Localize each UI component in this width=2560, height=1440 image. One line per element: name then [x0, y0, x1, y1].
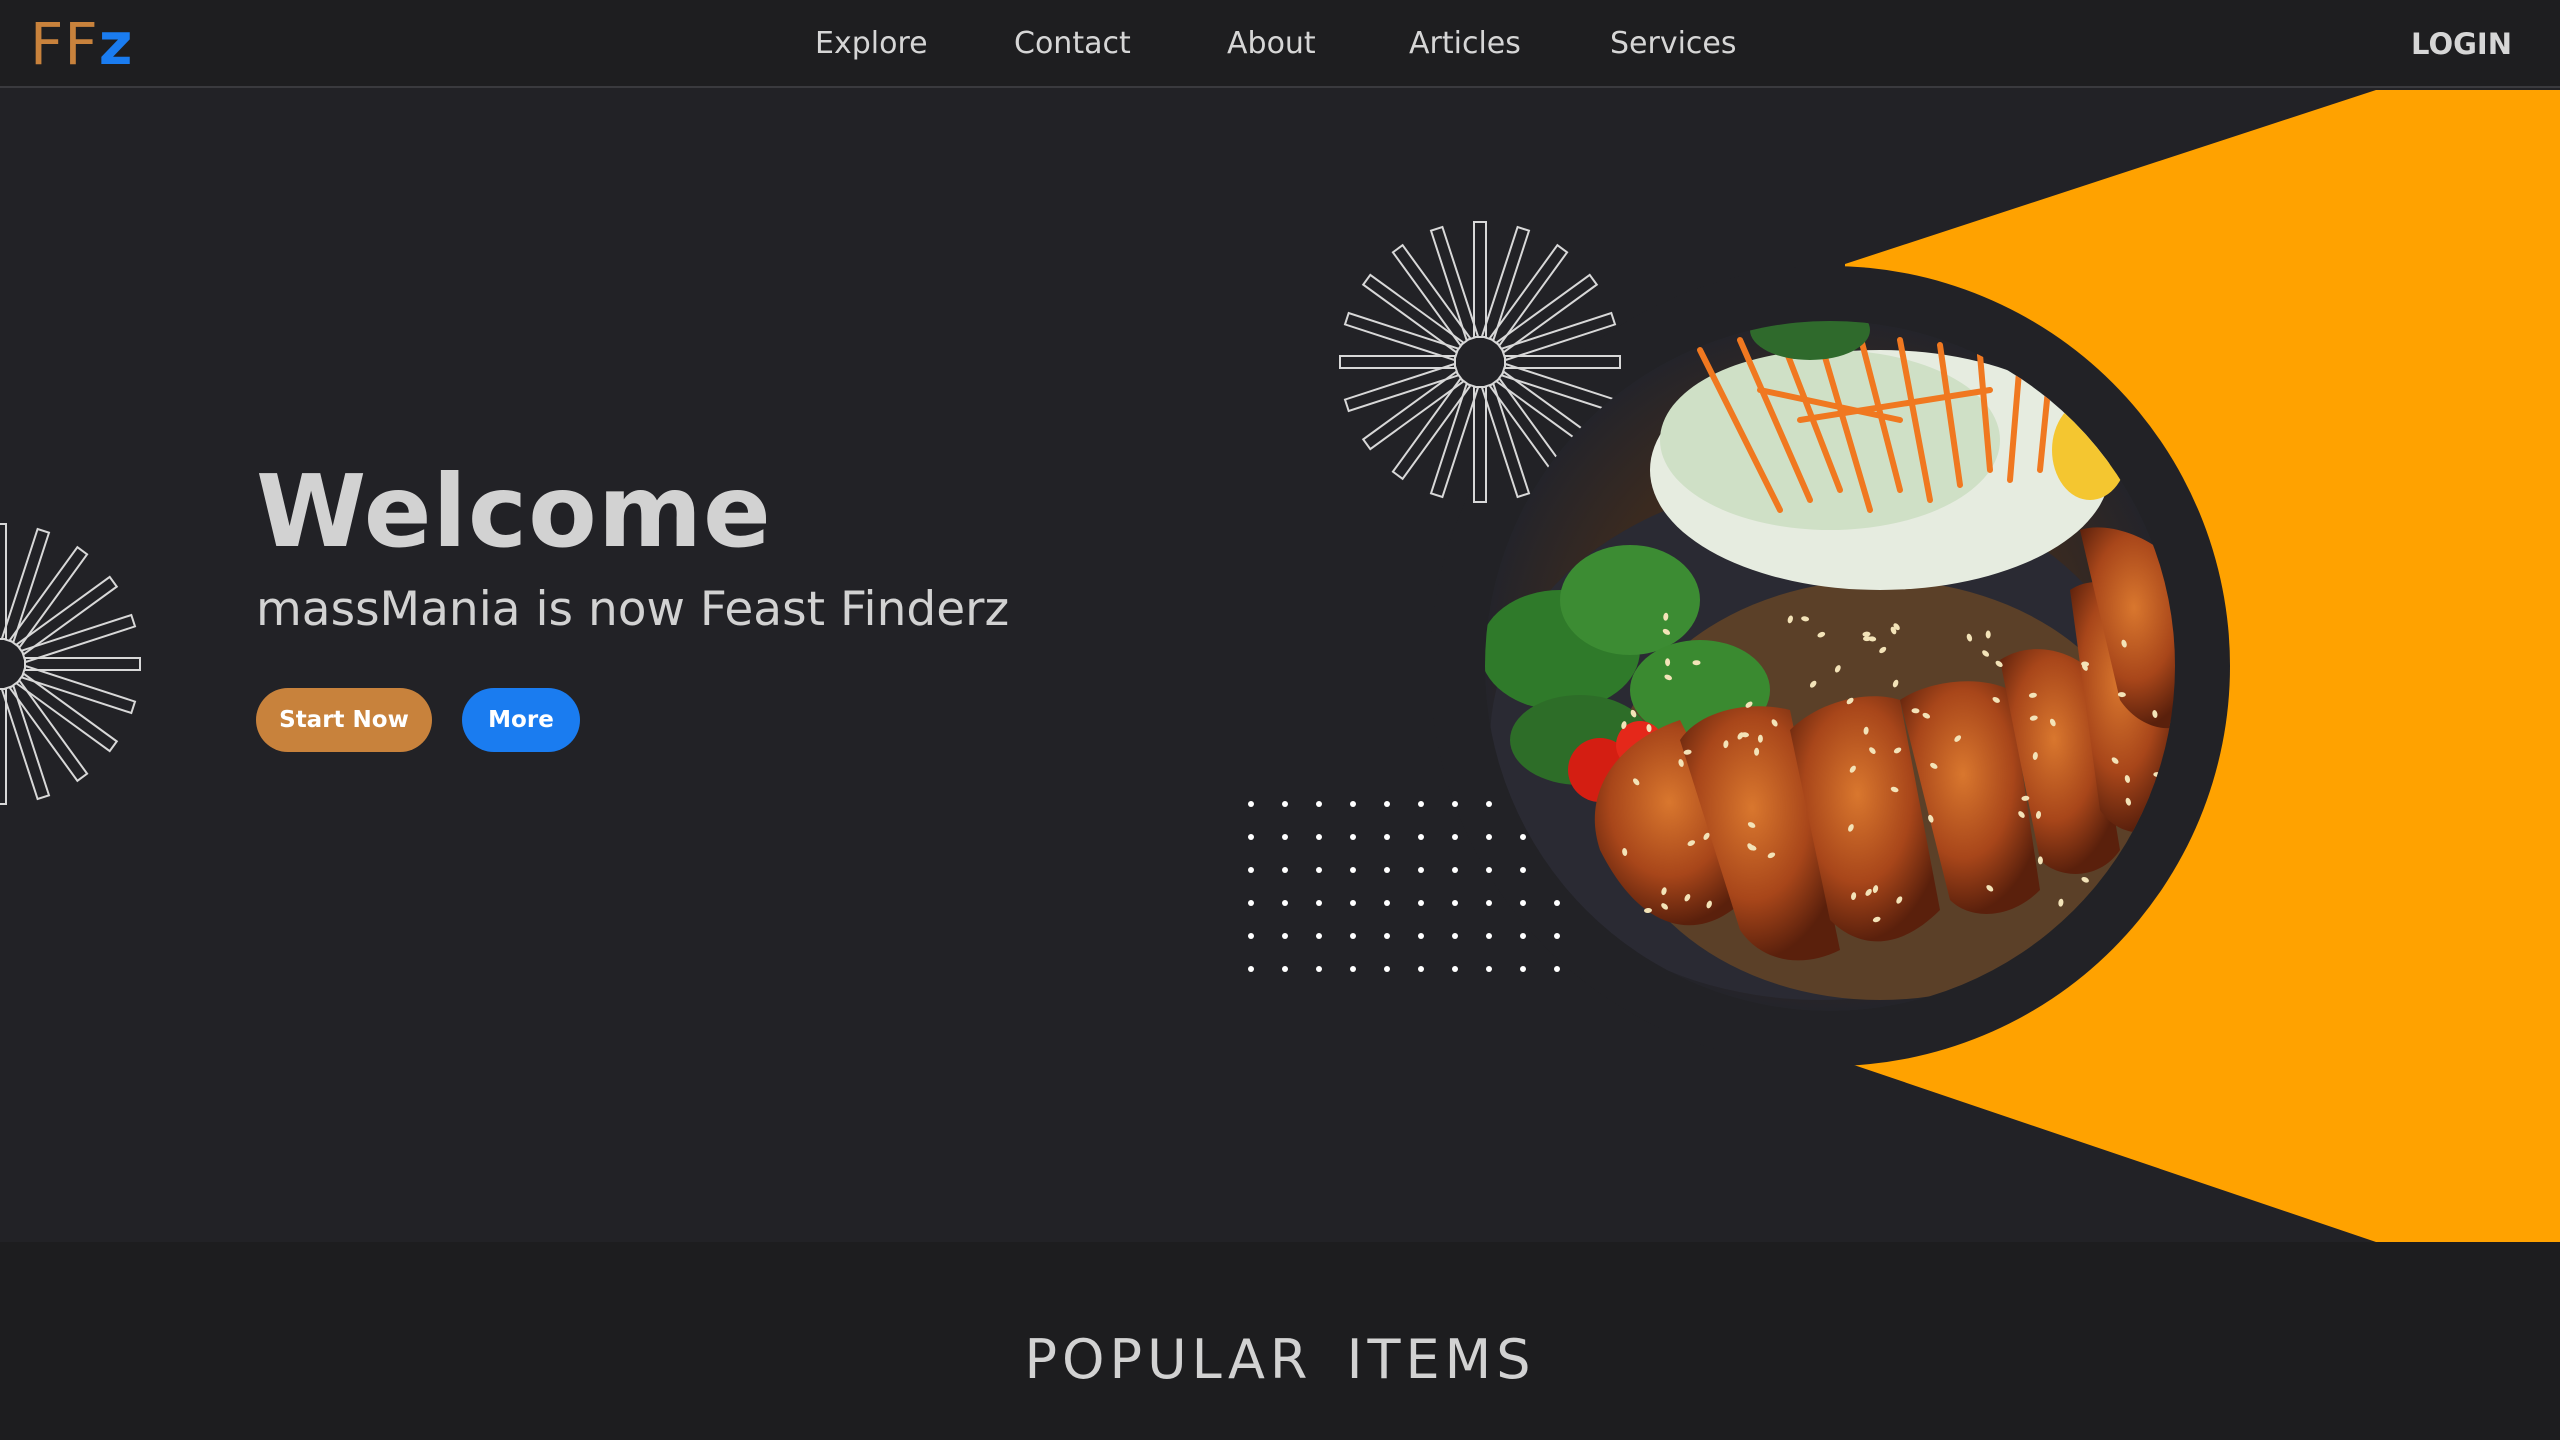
starburst-left-decoration	[0, 523, 141, 805]
navbar: FFz Explore Contact About Articles Servi…	[0, 0, 2560, 88]
login-button[interactable]: LOGIN	[2411, 26, 2512, 62]
nav-link-about[interactable]: About	[1227, 26, 1316, 62]
hero-subtitle: massMania is now Feast Finderz	[256, 582, 1010, 637]
hero-title: Welcome	[256, 453, 772, 570]
more-button[interactable]: More	[462, 688, 580, 752]
nav-links: Explore Contact About Articles Services	[0, 0, 2560, 88]
nav-link-contact[interactable]: Contact	[1014, 26, 1131, 62]
popular-items-title: POPULAR ITEMS	[1024, 1328, 1536, 1391]
start-now-button[interactable]: Start Now	[256, 688, 432, 752]
hero-graphics	[0, 90, 2560, 1242]
nav-link-explore[interactable]: Explore	[815, 26, 928, 62]
hero-section: Welcome massMania is now Feast Finderz S…	[0, 90, 2560, 1242]
nav-link-services[interactable]: Services	[1610, 26, 1737, 62]
nav-link-articles[interactable]: Articles	[1409, 26, 1521, 62]
popular-items-section: POPULAR ITEMS	[0, 1242, 2560, 1440]
